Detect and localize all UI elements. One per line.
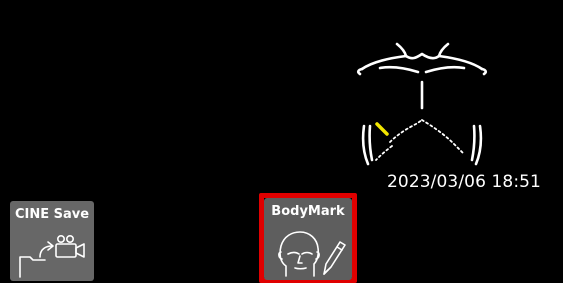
date-time-display: 2023/03/06 18:51 [387, 172, 541, 192]
cine-save-button[interactable]: CINE Save [10, 201, 94, 281]
folder-camera-icon [19, 234, 85, 278]
bodymark-button[interactable]: BodyMark [264, 198, 352, 280]
chest-torso-icon [356, 42, 488, 166]
head-pencil-icon [278, 231, 346, 277]
ultrasound-screen: 2023/03/06 18:51 CINE Save BodyMark [0, 0, 563, 283]
probe-marker-icon [375, 122, 389, 136]
